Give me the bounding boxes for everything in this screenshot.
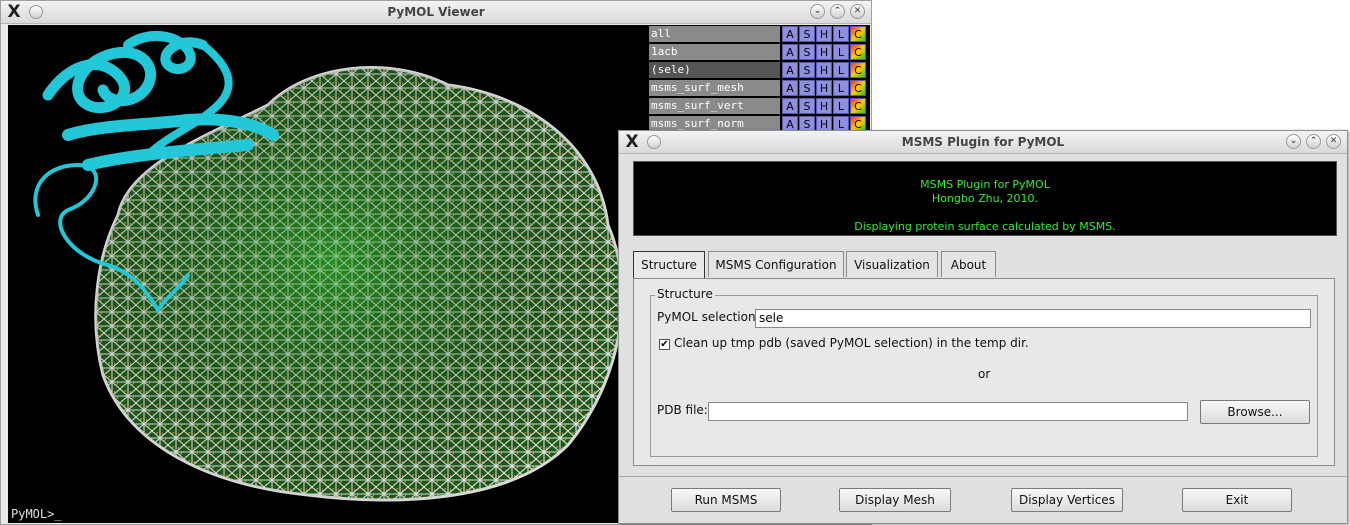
structure-group: Structure PyMOL selection: sele ✔ Clean …: [650, 287, 1318, 457]
hide-button[interactable]: H: [816, 26, 832, 42]
maximize-icon[interactable]: ⌃: [830, 4, 845, 19]
display-mesh-button[interactable]: Display Mesh: [839, 488, 951, 512]
action-button[interactable]: A: [782, 80, 798, 96]
pymol-window-title: PyMOL Viewer: [387, 5, 485, 19]
banner-author: Hongbo Zhu, 2010.: [931, 192, 1039, 205]
object-name[interactable]: 1acb: [649, 44, 780, 60]
msms-titlebar[interactable]: X MSMS Plugin for PyMOL ⌄ ⌃ ✕: [619, 131, 1347, 154]
close-icon[interactable]: ✕: [1326, 134, 1341, 149]
color-button[interactable]: C: [850, 80, 866, 96]
info-banner: MSMS Plugin for PyMOL Hongbo Zhu, 2010. …: [633, 161, 1337, 236]
object-row[interactable]: msms_surf_mesh A S H L C: [648, 80, 870, 97]
run-msms-button[interactable]: Run MSMS: [671, 488, 781, 512]
show-button[interactable]: S: [799, 44, 815, 60]
color-button[interactable]: C: [850, 26, 866, 42]
molecule-viewport[interactable]: [8, 25, 648, 505]
pymol-titlebar[interactable]: X PyMOL Viewer ⌄ ⌃ ✕: [1, 1, 871, 24]
browse-button[interactable]: Browse...: [1200, 400, 1310, 424]
action-button[interactable]: A: [782, 44, 798, 60]
banner-title: MSMS Plugin for PyMOL: [920, 178, 1050, 191]
hide-button[interactable]: H: [816, 98, 832, 114]
x-app-icon[interactable]: X: [5, 3, 23, 21]
display-vertices-button[interactable]: Display Vertices: [1011, 488, 1123, 512]
hide-button[interactable]: H: [816, 44, 832, 60]
tab-about[interactable]: About: [941, 251, 996, 277]
object-row[interactable]: 1acb A S H L C: [648, 44, 870, 61]
show-button[interactable]: S: [799, 26, 815, 42]
pdb-file-input[interactable]: [708, 402, 1188, 421]
window-menu-icon[interactable]: [29, 5, 43, 19]
or-label: or: [978, 367, 991, 381]
object-name[interactable]: all: [649, 26, 780, 42]
tab-visualization[interactable]: Visualization: [846, 251, 938, 277]
action-button[interactable]: A: [782, 98, 798, 114]
object-row[interactable]: all A S H L C: [648, 26, 870, 43]
object-name[interactable]: msms_surf_mesh: [649, 80, 780, 96]
minimize-icon[interactable]: ⌄: [1286, 134, 1301, 149]
label-button[interactable]: L: [833, 26, 849, 42]
cleanup-label: Clean up tmp pdb (saved PyMOL selection)…: [674, 336, 1029, 350]
molecular-render: [33, 30, 624, 502]
structure-tab-panel: Structure PyMOL selection: sele ✔ Clean …: [633, 278, 1335, 466]
exit-button[interactable]: Exit: [1182, 488, 1292, 512]
show-button[interactable]: S: [799, 62, 815, 78]
label-button[interactable]: L: [833, 62, 849, 78]
color-button[interactable]: C: [850, 44, 866, 60]
pymol-selection-input[interactable]: sele: [755, 309, 1311, 328]
color-button[interactable]: C: [850, 98, 866, 114]
object-name[interactable]: msms_surf_vert: [649, 98, 780, 114]
show-button[interactable]: S: [799, 98, 815, 114]
label-button[interactable]: L: [833, 80, 849, 96]
label-button[interactable]: L: [833, 44, 849, 60]
tab-structure[interactable]: Structure: [633, 251, 705, 279]
button-bar-divider: [619, 476, 1347, 477]
object-name[interactable]: (sele): [649, 62, 780, 78]
hide-button[interactable]: H: [816, 62, 832, 78]
hide-button[interactable]: H: [816, 80, 832, 96]
structure-group-label: Structure: [655, 287, 715, 301]
color-button[interactable]: C: [850, 62, 866, 78]
minimize-icon[interactable]: ⌄: [810, 4, 825, 19]
window-menu-icon[interactable]: [647, 135, 661, 149]
show-button[interactable]: S: [799, 80, 815, 96]
pymol-selection-label: PyMOL selection:: [657, 310, 760, 324]
action-button[interactable]: A: [782, 26, 798, 42]
action-button[interactable]: A: [782, 62, 798, 78]
msms-plugin-window: X MSMS Plugin for PyMOL ⌄ ⌃ ✕ MSMS Plugi…: [618, 130, 1348, 524]
close-icon[interactable]: ✕: [850, 4, 865, 19]
tab-msms-configuration[interactable]: MSMS Configuration: [708, 251, 844, 277]
object-row[interactable]: msms_surf_vert A S H L C: [648, 98, 870, 115]
maximize-icon[interactable]: ⌃: [1306, 134, 1321, 149]
object-row[interactable]: (sele) A S H L C: [648, 62, 870, 79]
pdb-file-label: PDB file:: [657, 403, 708, 417]
banner-description: Displaying protein surface calculated by…: [854, 220, 1116, 233]
label-button[interactable]: L: [833, 98, 849, 114]
x-app-icon[interactable]: X: [623, 133, 641, 151]
msms-window-title: MSMS Plugin for PyMOL: [901, 135, 1065, 149]
cleanup-checkbox[interactable]: ✔: [659, 339, 670, 350]
